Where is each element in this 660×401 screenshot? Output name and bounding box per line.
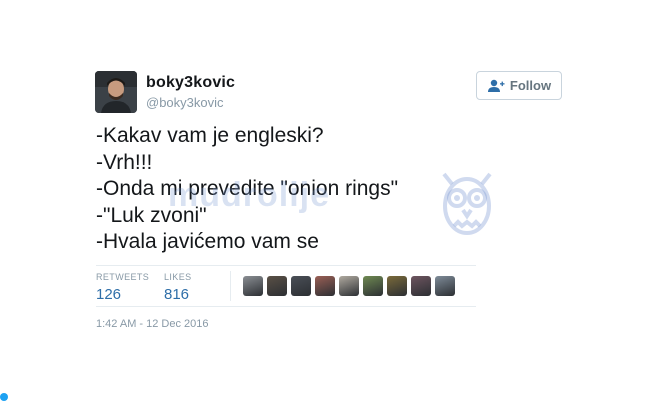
liker-avatars [243, 276, 455, 296]
follow-button-label: Follow [509, 78, 552, 93]
liker-avatar[interactable] [291, 276, 311, 296]
tweet-line: -"Luk zvoni" [96, 203, 207, 227]
username-handle[interactable]: @boky3kovic [146, 95, 224, 110]
retweets-label: RETWEETS [96, 272, 150, 282]
tweet-line: -Vrh!!! [96, 150, 153, 174]
retweets-stat[interactable]: RETWEETS 126 [96, 272, 149, 303]
avatar-portrait-icon [95, 71, 137, 113]
timestamp[interactable]: 1:42 AM - 12 Dec 2016 [96, 318, 209, 330]
tweet-card: boky3kovic @boky3kovic Follow -Kakav vam… [0, 0, 660, 401]
avatar[interactable] [95, 71, 137, 113]
liker-avatar[interactable] [411, 276, 431, 296]
tweet-line: -Kakav vam je engleski? [96, 124, 324, 147]
divider [96, 265, 476, 266]
likes-count: 816 [164, 286, 190, 303]
likes-label: LIKES [164, 272, 192, 282]
tweet-text: -Kakav vam je engleski? -Vrh!!! -Onda mi… [96, 123, 516, 256]
divider [96, 306, 476, 307]
liker-avatar[interactable] [315, 276, 335, 296]
divider [230, 271, 231, 301]
liker-avatar[interactable] [243, 276, 263, 296]
liker-avatar[interactable] [267, 276, 287, 296]
retweets-count: 126 [96, 286, 122, 303]
follow-user-icon [487, 79, 505, 92]
tweet-line: -Onda mi prevedite "onion rings" [96, 177, 399, 200]
liker-avatar[interactable] [339, 276, 359, 296]
likes-stat[interactable]: LIKES 816 [164, 272, 192, 303]
liker-avatar[interactable] [363, 276, 383, 296]
follow-button[interactable]: Follow [476, 71, 562, 100]
liker-avatar[interactable] [435, 276, 455, 296]
display-name[interactable]: boky3kovic [146, 74, 235, 92]
liker-avatar[interactable] [387, 276, 407, 296]
tweet-line: -Hvala javićemo vam se [96, 230, 319, 253]
